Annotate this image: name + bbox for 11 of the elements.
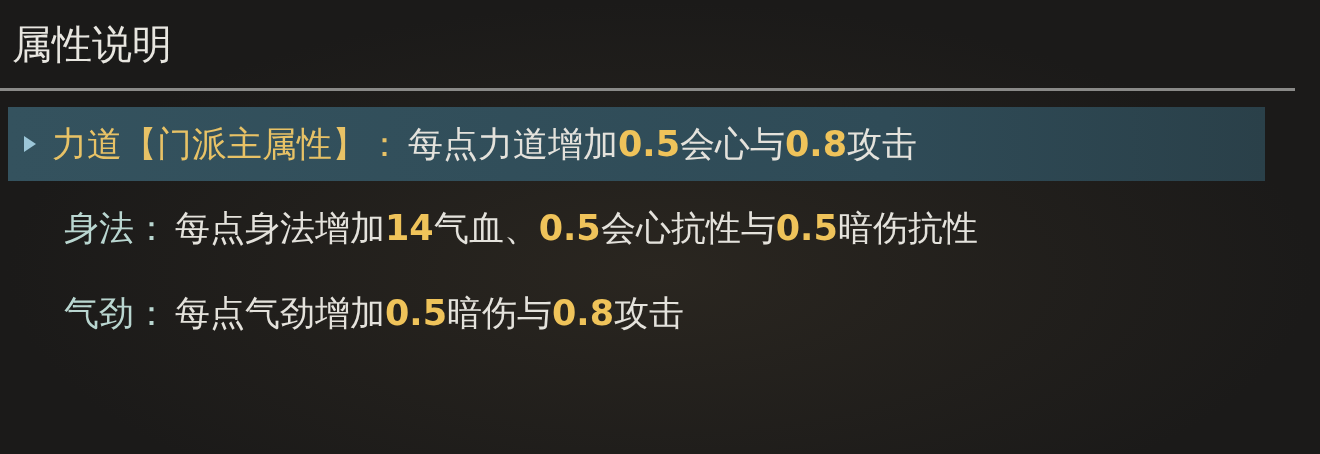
panel-title: 属性说明 <box>12 20 172 69</box>
attribute-row[interactable]: 身法： 每点身法增加14气血、0.5会心抗性与0.5暗伤抗性 <box>8 191 1265 266</box>
attribute-label: 身法： <box>64 207 169 251</box>
attribute-label: 力道【门派主属性】： <box>52 123 402 166</box>
attribute-row[interactable]: 气劲： 每点气劲增加0.5暗伤与0.8攻击 <box>8 275 1265 350</box>
attribute-label: 气劲： <box>64 291 169 335</box>
attribute-description: 每点气劲增加0.5暗伤与0.8攻击 <box>174 291 686 335</box>
attribute-description: 每点身法增加14气血、0.5会心抗性与0.5暗伤抗性 <box>174 207 979 251</box>
attribute-row[interactable]: 力道【门派主属性】： 每点力道增加0.5会心与0.8攻击 <box>8 107 1265 182</box>
attribute-description: 每点力道增加0.5会心与0.8攻击 <box>407 123 919 166</box>
triangle-icon <box>22 134 38 154</box>
